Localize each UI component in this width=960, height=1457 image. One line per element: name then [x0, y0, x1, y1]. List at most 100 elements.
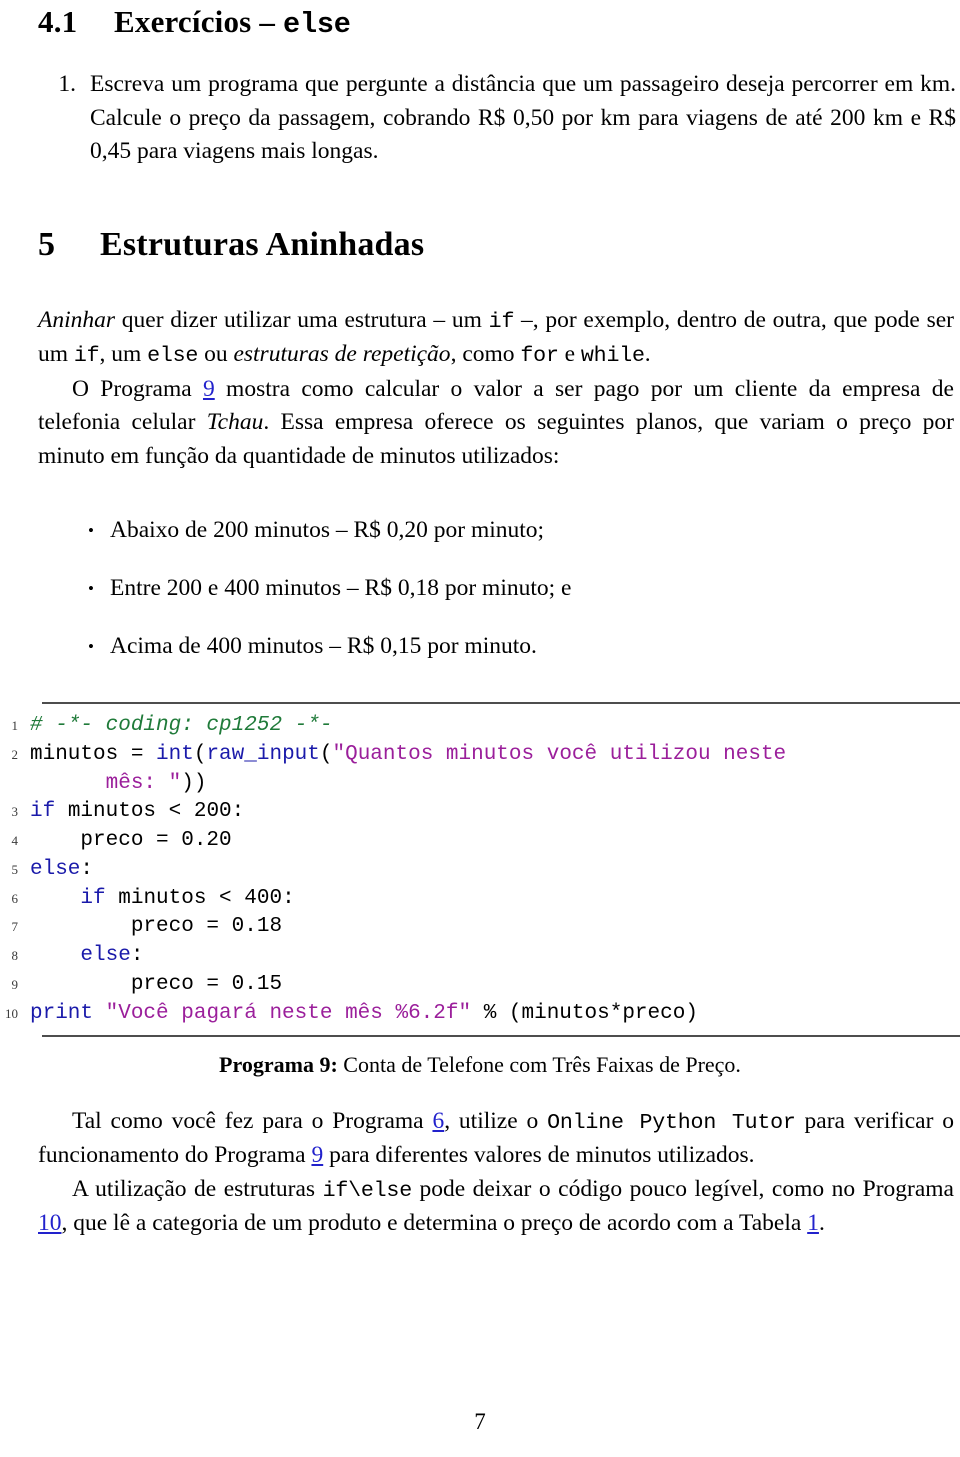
- code-line-text: else:: [30, 856, 960, 885]
- section-heading: 5 Estruturas Aninhadas: [0, 225, 960, 264]
- code-line: 1 # -*- coding: cp1252 -*-: [0, 712, 960, 741]
- program-9-reference-link-2[interactable]: 9: [311, 1142, 323, 1168]
- code-token-k: else: [30, 857, 81, 881]
- plan-text: Abaixo de 200 minutos – R$ 0,20 por minu…: [110, 517, 545, 544]
- listing-caption: Programa 9: Conta de Telefone com Três F…: [0, 1037, 960, 1080]
- legibility-paragraph: A utilização de estruturas if\else pode …: [0, 1173, 960, 1241]
- code-token-n: minutos =: [30, 742, 157, 766]
- code-line: 8 else:: [0, 942, 960, 971]
- code-line-number: 1: [11, 718, 19, 734]
- code-line: 7 preco = 0.18: [0, 913, 960, 942]
- code-line: 3 if minutos < 200:: [0, 798, 960, 827]
- listing-bottom-rule: [42, 1034, 960, 1037]
- code-line-number: 7: [11, 919, 19, 935]
- code-line-text: print "Você pagará neste mês %6.2f" % (m…: [30, 1000, 960, 1029]
- code-token-n: )): [181, 771, 207, 795]
- company-name: Tchau: [206, 409, 264, 436]
- code-token-k: int: [156, 742, 194, 766]
- exercise-list: 1. Escreva um programa que pergunte a di…: [0, 68, 960, 169]
- intro-text-1: quer dizer utilizar uma estrutura – um: [115, 307, 489, 334]
- subsection-number: 4.1: [38, 4, 78, 39]
- code-line-number: 9: [11, 976, 19, 992]
- page-number: 7: [474, 1409, 486, 1434]
- code-line-number: 2: [11, 746, 19, 762]
- code-token-n: (: [193, 742, 207, 766]
- code-line-text: if minutos < 200:: [30, 798, 960, 827]
- list-item: • Abaixo de 200 minutos – R$ 0,20 por mi…: [38, 514, 954, 548]
- tutor-paragraph: Tal como você fez para o Programa 6, uti…: [0, 1105, 960, 1173]
- code-line-text: mês: ")): [30, 770, 960, 799]
- intro-text-4: ou: [198, 341, 234, 368]
- intro-text-3: , um: [99, 341, 148, 368]
- section-title: Estruturas Aninhadas: [100, 226, 425, 264]
- code-token-n: [30, 944, 80, 967]
- legibility-text-2: pode deixar o código pouco legível, como…: [411, 1176, 954, 1203]
- code-token-s: "Você pagará neste mês %6.2f": [105, 1001, 472, 1025]
- plan-list: • Abaixo de 200 minutos – R$ 0,20 por mi…: [0, 514, 960, 664]
- document-page: 4.1 Exercícios – else 1. Escreva um progr…: [0, 0, 960, 1457]
- bullet-icon: •: [88, 579, 94, 599]
- plan-text: Entre 200 e 400 minutos – R$ 0,18 por mi…: [110, 575, 572, 602]
- caption-label: Programa 9:: [219, 1051, 338, 1077]
- code-token-k: raw_input: [206, 742, 320, 766]
- section-number: 5: [38, 226, 56, 264]
- program-6-reference-link[interactable]: 6: [432, 1108, 444, 1134]
- code-line-text: preco = 0.18: [30, 913, 960, 942]
- code-line-text: # -*- coding: cp1252 -*-: [30, 712, 960, 741]
- inline-code-if-else: if\else: [322, 1179, 413, 1204]
- inline-code-if-2: if: [73, 344, 100, 369]
- caption-text: Conta de Telefone com Três Faixas de Pre…: [337, 1051, 741, 1077]
- tutor-text-4: para diferentes valores de minutos utili…: [323, 1142, 755, 1169]
- code-line-number: 3: [11, 804, 19, 820]
- exercise-marker: 1.: [58, 70, 76, 97]
- code-line-number: 4: [11, 833, 19, 849]
- list-item: • Entre 200 e 400 minutos – R$ 0,18 por …: [38, 572, 954, 606]
- inline-code-if-1: if: [488, 310, 515, 335]
- term-aninhar: Aninhar: [38, 307, 116, 334]
- code-token-n: minutos < 400:: [105, 886, 295, 910]
- code-line: 5 else:: [0, 856, 960, 885]
- code-line: 4 preco = 0.20: [0, 827, 960, 856]
- code-line-text: minutos = int(raw_input("Quantos minutos…: [30, 741, 960, 770]
- code-token-n: % (minutos*preco): [471, 1001, 698, 1025]
- intro-text-5: , como: [450, 341, 521, 368]
- inline-code-while: while: [580, 344, 645, 369]
- online-python-tutor-name: Online Python Tutor: [547, 1111, 796, 1136]
- bullet-icon: •: [88, 521, 94, 541]
- term-estruturas-repeticao: estruturas de repetição: [233, 341, 451, 368]
- legibility-text-4: .: [818, 1210, 825, 1237]
- exercise-text: Escreva um programa que pergunte a distâ…: [90, 70, 956, 165]
- code-line-text: if minutos < 400:: [30, 885, 960, 914]
- code-token-k: if: [30, 800, 56, 824]
- intro-paragraph: Aninhar quer dizer utilizar uma estrutur…: [0, 304, 960, 372]
- code-lines-container: 1 # -*- coding: cp1252 -*- 2 minutos = int(…: [0, 704, 960, 1034]
- code-token-k: else: [80, 944, 131, 968]
- code-token-n: preco = 0.18: [30, 915, 283, 939]
- code-line-number: 10: [5, 1005, 18, 1021]
- tutor-text-2: , utilize o: [444, 1108, 548, 1135]
- program-description-paragraph: O Programa 9 mostra como calcular o valo…: [0, 373, 960, 474]
- code-line: 10 print "Você pagará neste mês %6.2f" % …: [0, 1000, 960, 1029]
- code-token-n: (: [319, 742, 333, 766]
- intro-text-7: .: [644, 341, 651, 368]
- subsection-title-code: else: [283, 8, 351, 41]
- legibility-text-1: A utilização de estruturas: [72, 1176, 323, 1203]
- bullet-icon: •: [88, 637, 94, 657]
- table-1-reference-link[interactable]: 1: [807, 1210, 819, 1236]
- code-token-n: minutos < 200:: [55, 800, 245, 824]
- code-line-text: preco = 0.20: [30, 827, 960, 856]
- program-10-reference-link[interactable]: 10: [38, 1210, 62, 1236]
- code-token-n: :: [80, 857, 94, 881]
- code-line-number: 8: [11, 948, 19, 964]
- code-line: 6 if minutos < 400:: [0, 885, 960, 914]
- code-line-text: preco = 0.15: [30, 971, 960, 1000]
- code-token-s: mês: ": [105, 771, 182, 795]
- code-token-n: :: [130, 944, 144, 968]
- code-token-c: # -*- coding: cp1252 -*-: [30, 714, 333, 738]
- program-9-reference-link[interactable]: 9: [203, 376, 215, 402]
- tutor-text-1: Tal como você fez para o Programa: [72, 1108, 433, 1135]
